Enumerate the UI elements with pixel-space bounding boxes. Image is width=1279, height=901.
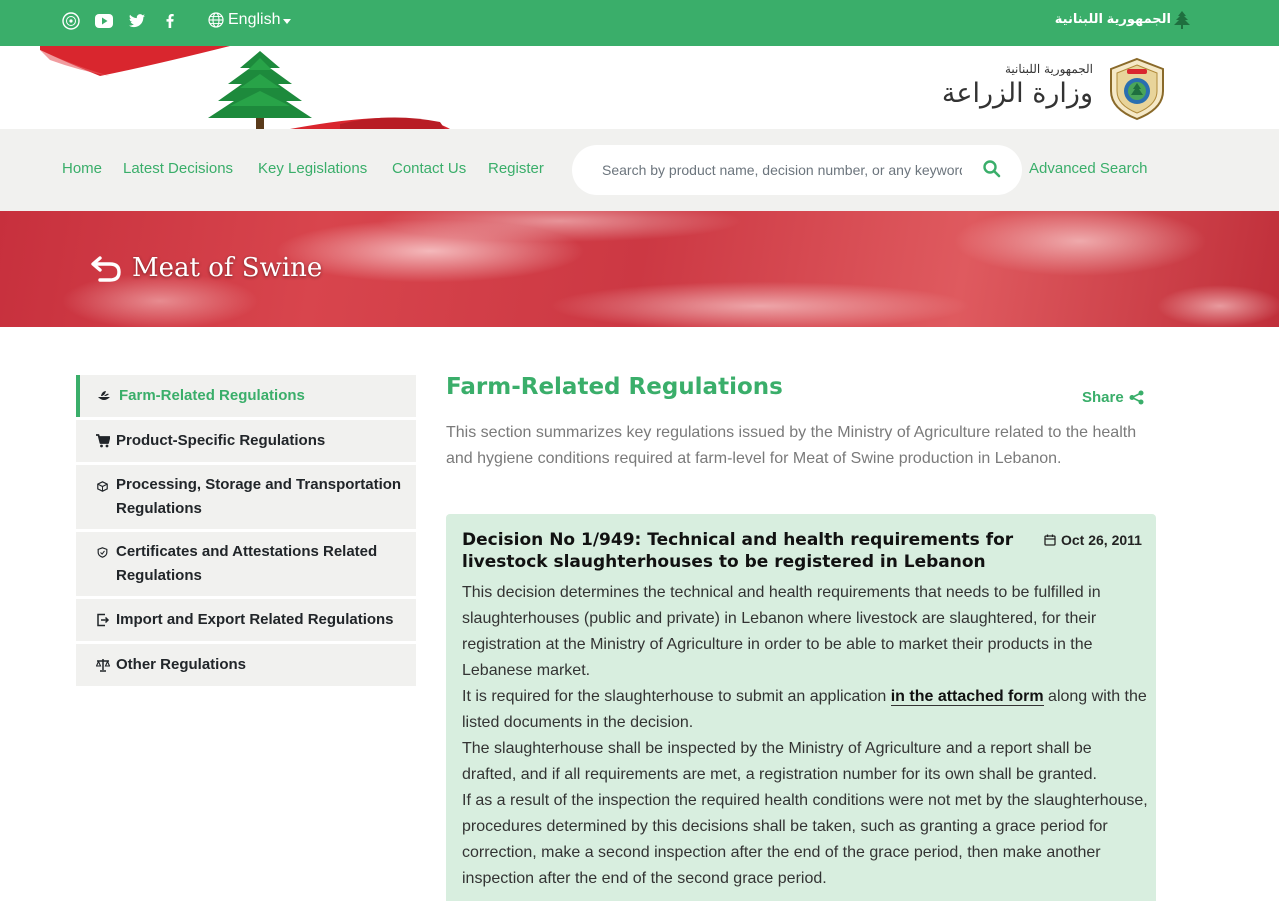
sidebar-item-label: Product-Specific Regulations xyxy=(116,432,326,449)
calendar-icon xyxy=(1044,534,1056,546)
ministry-emblem-logo[interactable] xyxy=(1105,57,1169,121)
cedar-icon xyxy=(1174,11,1190,29)
search-input[interactable] xyxy=(602,159,962,181)
globe-icon xyxy=(208,12,224,28)
sidebar-item-other[interactable]: Other Regulations xyxy=(76,644,416,686)
decision-date: Oct 26, 2011 xyxy=(1044,532,1142,548)
nav-contact-us[interactable]: Contact Us xyxy=(392,160,466,177)
sidebar-item-import-export[interactable]: Import and Export Related Regulations xyxy=(76,599,416,641)
twitter-icon[interactable] xyxy=(127,11,147,31)
youtube-icon[interactable] xyxy=(94,11,114,31)
cart-icon xyxy=(96,434,110,448)
language-selector[interactable]: English xyxy=(208,11,292,29)
sidebar-item-label: Processing, Storage and Transportation R… xyxy=(116,476,402,517)
social-links xyxy=(61,11,193,31)
paragraph-text: It is required for the slaughterhouse to… xyxy=(462,688,891,705)
nav-latest-decisions[interactable]: Latest Decisions xyxy=(123,160,233,177)
top-bar: English الجمهورية اللبنانية xyxy=(0,0,1279,46)
decision-paragraph: It is required for the slaughterhouse to… xyxy=(462,684,1148,736)
page-title-text: Meat of Swine xyxy=(132,253,323,283)
sidebar-item-label: Farm-Related Regulations xyxy=(119,387,305,404)
search-box xyxy=(572,145,1022,195)
decision-paragraph: This decision determines the technical a… xyxy=(462,584,1101,679)
language-label: English xyxy=(228,11,281,28)
nav-register[interactable]: Register xyxy=(488,160,544,177)
import-export-icon xyxy=(97,613,110,627)
sidebar-item-label: Import and Export Related Regulations xyxy=(116,611,394,628)
lebanon-flag-graphic xyxy=(40,46,460,129)
site-header: الجمهورية اللبنانية وزارة الزراعة xyxy=(0,46,1279,129)
decision-paragraph: If as a result of the inspection the req… xyxy=(462,792,1148,887)
sidebar-item-farm-related[interactable]: Farm-Related Regulations xyxy=(76,375,416,417)
sidebar-item-label: Other Regulations xyxy=(116,656,247,673)
share-button[interactable]: Share xyxy=(1082,389,1144,406)
scale-icon xyxy=(96,659,110,672)
advanced-search-link[interactable]: Advanced Search xyxy=(1029,160,1147,177)
decision-body: This decision determines the technical a… xyxy=(462,580,1148,892)
decision-title[interactable]: Decision No 1/949: Technical and health … xyxy=(462,529,1022,573)
decision-paragraph: The slaughterhouse shall be inspected by… xyxy=(462,740,1097,783)
main-nav: Home Latest Decisions Key Legislations C… xyxy=(0,129,1279,211)
nav-key-legislations[interactable]: Key Legislations xyxy=(258,160,367,177)
sidebar-item-processing-storage[interactable]: Processing, Storage and Transportation R… xyxy=(76,465,416,529)
attached-form-link[interactable]: in the attached form xyxy=(890,688,1044,706)
facebook-icon[interactable] xyxy=(160,11,180,31)
ministry-seal-icon[interactable] xyxy=(61,11,81,31)
section-intro: This section summarizes key regulations … xyxy=(446,424,1137,467)
caret-down-icon xyxy=(283,18,292,24)
republic-small-label: الجمهورية اللبنانية xyxy=(1004,62,1093,76)
ministry-title: وزارة الزراعة xyxy=(941,78,1093,109)
back-arrow-icon[interactable] xyxy=(90,254,122,282)
sidebar-item-certificates[interactable]: Certificates and Attestations Related Re… xyxy=(76,532,416,596)
republic-label: الجمهورية اللبنانية xyxy=(1054,11,1171,26)
section-title: Farm-Related Regulations xyxy=(446,374,783,400)
sidebar-item-label: Certificates and Attestations Related Re… xyxy=(116,543,378,584)
page-title: Meat of Swine xyxy=(90,253,322,283)
decision-card: Decision No 1/949: Technical and health … xyxy=(446,514,1156,901)
decision-date-text: Oct 26, 2011 xyxy=(1061,532,1142,548)
shield-icon xyxy=(97,547,108,558)
share-icon xyxy=(1129,390,1144,405)
nav-home[interactable]: Home xyxy=(62,160,102,177)
ministry-name: الجمهورية اللبنانية وزارة الزراعة xyxy=(853,62,1093,122)
page-banner: Meat of Swine xyxy=(0,211,1279,327)
search-icon[interactable] xyxy=(982,159,1002,179)
farm-icon xyxy=(98,391,110,400)
sidebar-item-product-specific[interactable]: Product-Specific Regulations xyxy=(76,420,416,462)
share-label: Share xyxy=(1082,389,1124,406)
box-icon xyxy=(97,481,108,492)
